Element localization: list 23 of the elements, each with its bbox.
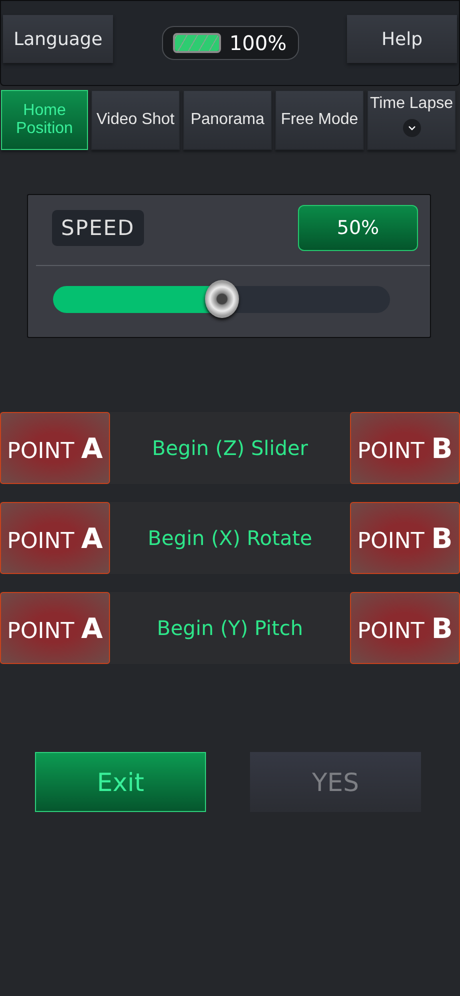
point-a-button[interactable]: POINT A xyxy=(0,412,110,484)
help-button[interactable]: Help xyxy=(347,15,457,63)
battery-percentage: 100% xyxy=(229,31,287,55)
mode-tab[interactable]: Video Shot xyxy=(91,90,180,150)
point-a-button[interactable]: POINT A xyxy=(0,592,110,664)
speed-value-button[interactable]: 50% xyxy=(298,205,418,251)
axis-label: Begin (Z) Slider xyxy=(152,436,308,460)
mode-tab[interactable]: Panorama xyxy=(183,90,272,150)
mode-tab[interactable]: Free Mode xyxy=(275,90,364,150)
battery-icon xyxy=(173,33,222,53)
point-b-button[interactable]: POINT B xyxy=(350,412,460,484)
axis-label: Begin (X) Rotate xyxy=(148,526,312,550)
speed-label: SPEED xyxy=(52,210,144,246)
axis-label: Begin (Y) Pitch xyxy=(156,616,304,640)
point-b-button[interactable]: POINT B xyxy=(350,592,460,664)
speed-slider[interactable] xyxy=(53,280,390,318)
mode-tab[interactable]: Time Lapse xyxy=(367,90,456,150)
language-button[interactable]: Language xyxy=(3,15,113,63)
action-button[interactable]: Exit xyxy=(35,752,206,812)
slider-thumb[interactable] xyxy=(204,280,238,318)
point-a-button[interactable]: POINT A xyxy=(0,502,110,574)
point-b-button[interactable]: POINT B xyxy=(350,502,460,574)
mode-tab[interactable]: Home Position xyxy=(1,90,88,150)
